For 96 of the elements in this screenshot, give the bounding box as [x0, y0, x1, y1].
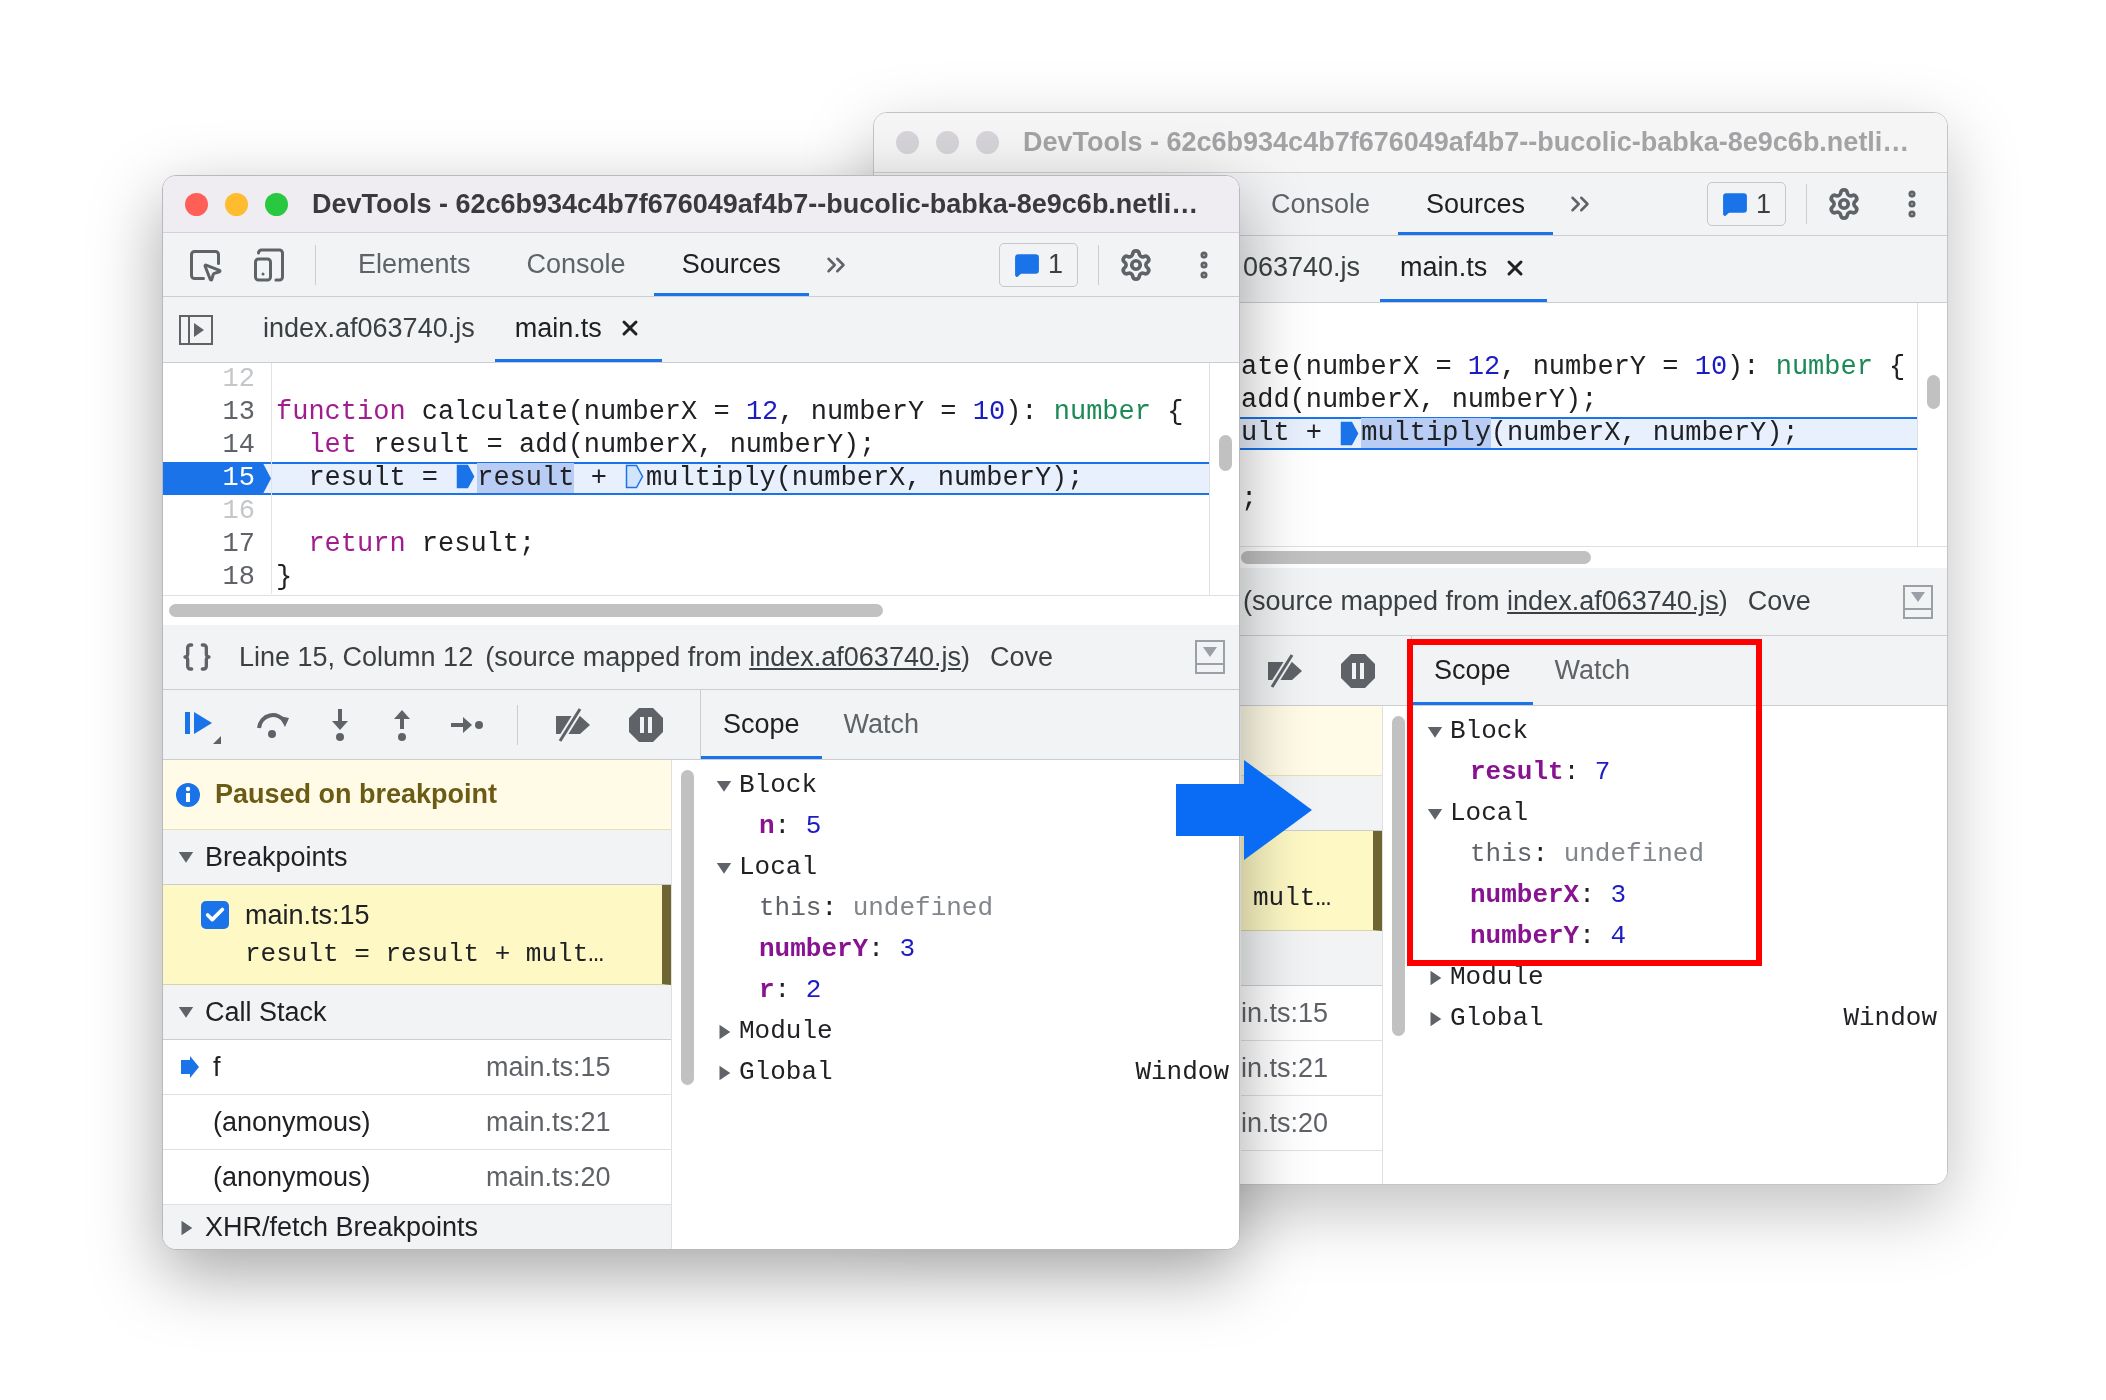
pause-on-exceptions-icon[interactable]: [628, 706, 664, 743]
section-header[interactable]: Call Stack: [163, 985, 671, 1040]
window-title: DevTools - 62c6b934c4b7f676049af4b7--bucolic-babka-8e9c6b.netli…: [312, 187, 1199, 221]
scope-name[interactable]: Module: [1450, 958, 1544, 997]
source-mapped-note: (source mapped from index.af063740.js): [485, 640, 970, 674]
code-text: return result;: [308, 529, 536, 560]
panel-tab[interactable]: Elements: [330, 233, 499, 296]
code-text: }: [276, 562, 293, 593]
scope-name[interactable]: Local: [1450, 794, 1528, 833]
message-icon: [1013, 251, 1040, 278]
scope-name[interactable]: Block: [739, 766, 817, 805]
code-text: ate(numberX = 12, numberY = 10): number {: [1241, 351, 1906, 385]
message-icon: [1721, 191, 1748, 217]
call-frame[interactable]: f main.ts:15: [163, 1040, 671, 1095]
call-frame[interactable]: (anonymous) main.ts:20: [163, 1150, 671, 1205]
cursor-position: Line 15, Column 12: [239, 640, 474, 674]
file-tab[interactable]: index.af063740.js: [243, 297, 495, 362]
source-link[interactable]: index.af063740.js: [749, 641, 961, 672]
scope-value: Window: [1843, 1002, 1937, 1035]
arrow-icon: [1176, 760, 1312, 860]
navigator-toggle-icon[interactable]: [179, 314, 213, 345]
code-text: result +: [477, 463, 608, 494]
file-tab[interactable]: 063740.js: [1243, 236, 1381, 302]
code-text: add(numberX, numberY);: [1241, 384, 1598, 418]
scope-variable: r: 2: [759, 974, 822, 1007]
line-number[interactable]: 18: [222, 561, 271, 594]
scrollbar[interactable]: [1392, 716, 1405, 1036]
frame-location: main.ts:21: [486, 1105, 611, 1139]
inline-breakpoint-icon[interactable]: [625, 464, 645, 490]
scope-name[interactable]: Global: [1450, 999, 1544, 1038]
checkbox[interactable]: [201, 901, 229, 929]
frame-location: main.ts:20: [486, 1160, 611, 1194]
frame-location: in.ts:21: [1241, 1051, 1329, 1085]
panel-tab[interactable]: Console: [1243, 173, 1399, 235]
section-header[interactable]: XHR/fetch Breakpoints: [163, 1205, 671, 1249]
scrollbar[interactable]: [1241, 551, 1591, 564]
call-frame[interactable]: (anonymous) main.ts:21: [163, 1095, 671, 1150]
breakpoint-location: main.ts:15: [245, 898, 370, 932]
code-text: ;: [1241, 483, 1258, 517]
scrollbar[interactable]: [1219, 435, 1232, 471]
code-text: let result = add(numberX, numberY);: [308, 430, 876, 461]
pretty-print-icon[interactable]: [181, 641, 213, 673]
scope-variable: numberX: 3: [1470, 879, 1627, 912]
scrollbar[interactable]: [169, 604, 883, 617]
source-link[interactable]: index.af063740.js: [1507, 586, 1719, 617]
scope-name[interactable]: Global: [739, 1053, 833, 1092]
panel-tab[interactable]: Console: [498, 233, 654, 296]
coverage-label: Cove: [1747, 585, 1811, 619]
line-number[interactable]: 14: [222, 429, 271, 462]
info-icon: [175, 781, 201, 808]
scope-variable: this: undefined: [1470, 838, 1705, 871]
settings-icon[interactable]: [1119, 247, 1153, 282]
frame-name: (anonymous): [213, 1160, 372, 1194]
device-toolbar-icon[interactable]: [251, 246, 287, 283]
scope-variable: result: 7: [1470, 756, 1611, 789]
breakpoint-item[interactable]: main.ts:15 result = result + mult…: [163, 885, 671, 985]
scope-variable: n: 5: [759, 810, 822, 843]
line-number[interactable]: 15: [163, 462, 271, 495]
code-text: ult +: [1241, 417, 1323, 451]
frame-name: f: [213, 1050, 222, 1084]
line-number[interactable]: 13: [222, 396, 271, 429]
scope-name[interactable]: Module: [739, 1012, 833, 1051]
coverage-label: Cove: [989, 640, 1053, 674]
pause-on-exceptions-icon[interactable]: [1340, 652, 1376, 689]
sidebar-tab[interactable]: Watch: [1532, 636, 1653, 705]
scrollbar[interactable]: [681, 770, 694, 1085]
breakpoint-code: result = result + mult…: [245, 938, 605, 972]
code-text: multiply(numberX, numberY);: [1361, 417, 1799, 451]
window-title: DevTools - 62c6b934c4b7f676049af4b7--bucolic-babka-8e9c6b.netli…: [1023, 126, 1910, 160]
breakpoint-code: mult…: [1253, 882, 1332, 915]
frame-location: main.ts:15: [486, 1050, 611, 1084]
section-header[interactable]: Breakpoints: [163, 830, 671, 885]
paused-message: Paused on breakpoint: [215, 778, 498, 812]
scope-value: Window: [1135, 1056, 1229, 1089]
scope-name[interactable]: Local: [739, 848, 817, 887]
breakpoint-item[interactable]: mult…: [1241, 831, 1382, 931]
scope-variable: numberY: 3: [759, 933, 916, 966]
scrollbar[interactable]: [1927, 375, 1940, 409]
code-text: multiply(numberX, numberY);: [646, 463, 1084, 494]
code-text: function calculate(numberX = 12, numberY = 10): number {: [276, 397, 1184, 428]
dropdown-toggle-icon[interactable]: [1903, 584, 1933, 619]
issues-button[interactable]: 1: [1706, 182, 1786, 226]
code-text: result =: [308, 463, 439, 494]
frame-location: in.ts:20: [1241, 1106, 1329, 1140]
settings-icon[interactable]: [1827, 187, 1861, 221]
source-mapped-note: (source mapped from index.af063740.js): [1243, 585, 1728, 619]
dropdown-toggle-icon[interactable]: [1195, 640, 1225, 674]
frame-location: in.ts:15: [1241, 996, 1329, 1030]
sidebar-tab[interactable]: Watch: [821, 690, 942, 759]
scope-variable: this: undefined: [759, 892, 994, 925]
scope-variable: numberY: 4: [1470, 920, 1627, 953]
issues-button[interactable]: 1: [998, 242, 1078, 287]
line-number[interactable]: 17: [222, 528, 271, 561]
scope-name[interactable]: Block: [1450, 712, 1528, 751]
frame-name: (anonymous): [213, 1105, 372, 1139]
close-window-button[interactable]: [185, 192, 208, 216]
